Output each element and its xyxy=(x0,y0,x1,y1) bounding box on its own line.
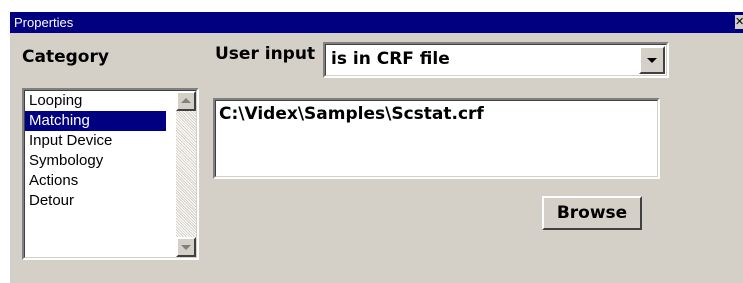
category-item-actions[interactable]: Actions xyxy=(25,171,166,191)
scroll-down-arrow-icon xyxy=(181,245,191,250)
user-input-label: User input xyxy=(215,44,316,64)
category-item-input-device[interactable]: Input Device xyxy=(25,131,166,151)
window-title: Properties xyxy=(14,15,74,30)
scroll-down-button[interactable] xyxy=(176,237,196,257)
category-list-items: Looping Matching Input Device Symbology … xyxy=(25,91,166,211)
user-input-selected-value: is in CRF file xyxy=(331,49,450,69)
category-item-matching[interactable]: Matching xyxy=(25,111,166,131)
scroll-up-arrow-icon xyxy=(181,98,191,103)
file-path-field[interactable]: C:\Videx\Samples\Scstat.crf xyxy=(213,98,660,179)
title-bar[interactable]: Properties ✕ xyxy=(10,12,743,33)
browse-button[interactable]: Browse xyxy=(542,196,642,230)
category-item-detour[interactable]: Detour xyxy=(25,191,166,211)
category-list[interactable]: Looping Matching Input Device Symbology … xyxy=(22,88,199,260)
category-scrollbar[interactable] xyxy=(176,91,196,257)
category-item-looping[interactable]: Looping xyxy=(25,91,166,111)
chevron-down-icon xyxy=(647,58,657,63)
browse-button-label: Browse xyxy=(556,203,628,223)
close-icon[interactable]: ✕ xyxy=(735,15,743,29)
category-label: Category xyxy=(22,47,109,67)
properties-dialog: Properties ✕ Category Looping Matching I… xyxy=(9,11,743,283)
dropdown-button[interactable] xyxy=(639,46,665,74)
file-path-value: C:\Videx\Samples\Scstat.crf xyxy=(219,104,484,124)
category-item-symbology[interactable]: Symbology xyxy=(25,151,166,171)
scroll-up-button[interactable] xyxy=(176,91,196,111)
user-input-dropdown[interactable]: is in CRF file xyxy=(323,42,669,78)
